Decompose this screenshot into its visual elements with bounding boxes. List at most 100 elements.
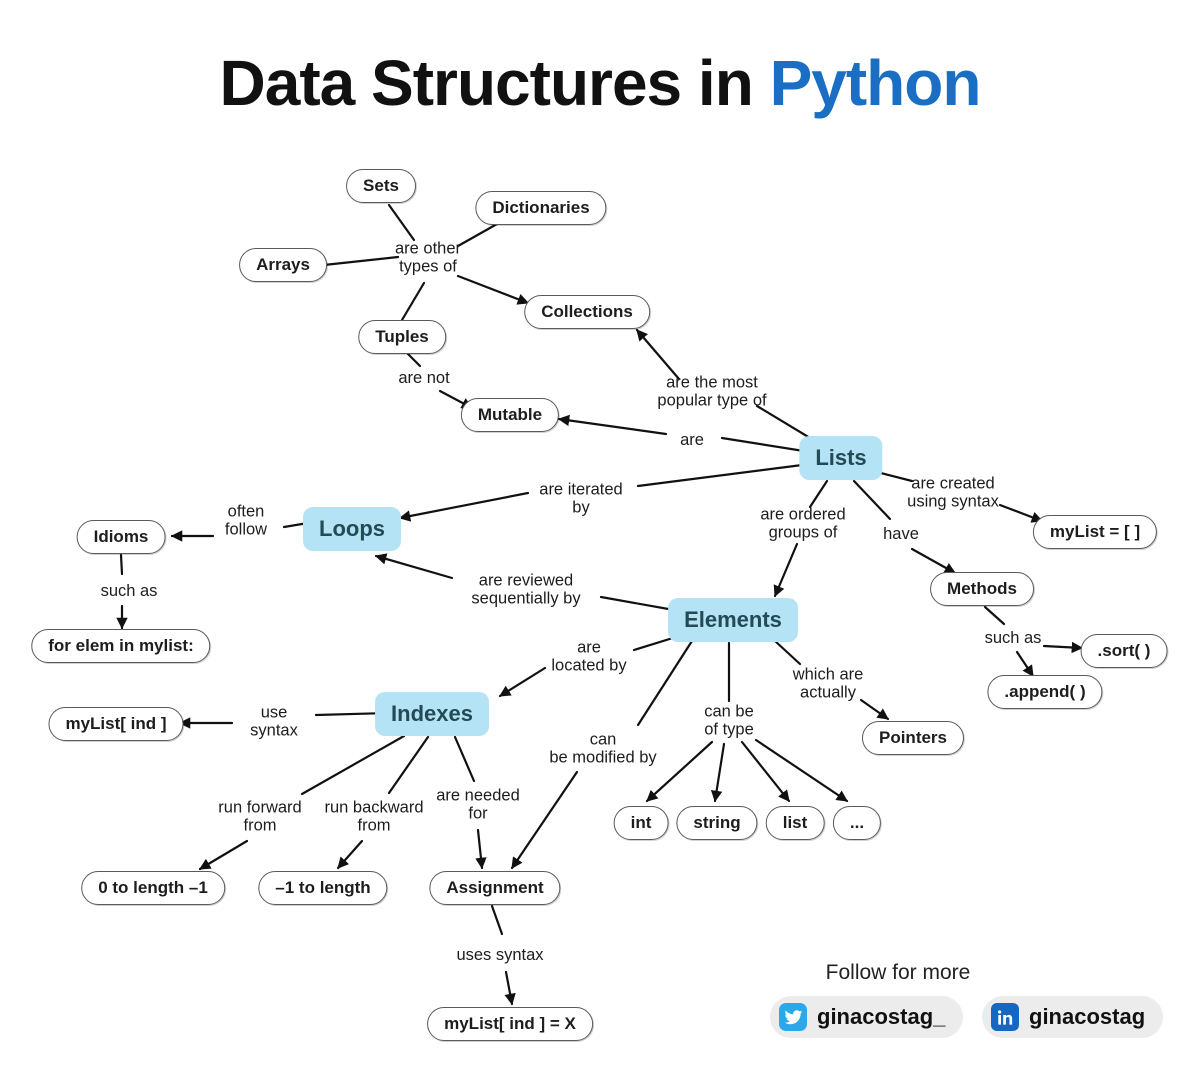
node-mylist-assign[interactable]: myList[ ind ] = X	[427, 1007, 593, 1041]
edge-iterated-loops	[398, 491, 530, 522]
edge-label-are-iterated-by: are iterated by	[539, 480, 623, 517]
node-label: myList[ ind ] = X	[444, 1014, 576, 1033]
node-methods[interactable]: Methods	[930, 572, 1034, 606]
node-label: myList = [ ]	[1049, 522, 1141, 541]
edge-have-methods	[910, 547, 957, 575]
edge-elements-whichare	[773, 639, 802, 666]
node-label: Indexes	[391, 701, 473, 726]
node-assignment[interactable]: Assignment	[429, 871, 561, 905]
edge-dictionaries-hub	[456, 222, 499, 248]
edge-usessyntax-mylistassign	[504, 970, 516, 1006]
node-list[interactable]: list	[765, 806, 825, 840]
node-for-elem[interactable]: for elem in mylist:	[31, 629, 211, 663]
node-label: myList[ ind ]	[65, 714, 167, 733]
edge-are-mutable	[557, 414, 668, 436]
edge-methods-suchas	[983, 605, 1006, 626]
node-arrays[interactable]: Arrays	[239, 248, 327, 282]
node-label: Assignment	[446, 878, 544, 897]
edge-label-can-be-modified-by: can be modified by	[549, 730, 657, 767]
edge-reviewed-loops	[374, 553, 454, 580]
edge-label-are: are	[680, 430, 704, 449]
edge-suchas-append	[1015, 650, 1035, 678]
edge-label-run-backward-from: run backward from	[324, 798, 424, 835]
edge-label-such-as-methods: such as	[984, 628, 1042, 647]
node-int[interactable]: int	[613, 806, 669, 840]
edge-label-are-reviewed-seq-by: are reviewed sequentially by	[471, 571, 581, 608]
edge-lists-are	[720, 436, 812, 454]
node-mylist-empty[interactable]: myList = [ ]	[1032, 515, 1158, 549]
node-sort[interactable]: .sort( )	[1080, 634, 1168, 668]
node-label: Sets	[363, 176, 399, 195]
edge-popular-collections	[635, 328, 681, 381]
edge-label-such-as-idioms: such as	[100, 581, 158, 600]
linkedin-icon	[991, 1003, 1019, 1031]
concept-map-canvas: Data Structures in Python Sets Dictionar…	[0, 0, 1200, 1067]
node-mylist-ind[interactable]: myList[ ind ]	[48, 707, 184, 741]
node-lists[interactable]: Lists	[799, 436, 883, 480]
linkedin-handle: ginacostag	[1029, 1004, 1146, 1029]
edge-tuples-arenot	[406, 352, 422, 368]
edge-label-are-created-using-syntax: are created using syntax	[907, 474, 999, 511]
edge-indexes-needed	[453, 735, 476, 783]
edge-label-can-be-of-type: can be of type	[704, 702, 754, 739]
linkedin-badge[interactable]: ginacostag	[982, 996, 1164, 1038]
edge-label-are-most-popular-type-of: are the most popular type of	[657, 373, 767, 410]
node-string[interactable]: string	[676, 806, 758, 840]
edge-idioms-suchas	[119, 553, 124, 576]
node-label: Loops	[319, 516, 385, 541]
edge-label-use-syntax: use syntax	[250, 703, 298, 740]
edge-label-are-not: are not	[398, 368, 450, 387]
edge-label-are-ordered-groups-of: are ordered groups of	[760, 505, 846, 542]
twitter-icon	[779, 1003, 807, 1031]
node-label: Idioms	[93, 527, 149, 546]
node-tuples[interactable]: Tuples	[358, 320, 446, 354]
node-dictionaries[interactable]: Dictionaries	[475, 191, 607, 225]
edge-label-which-are-actually: which are actually	[792, 665, 864, 702]
edge-label-often-follow: often follow	[224, 502, 268, 539]
edge-elements-reviewed	[599, 595, 676, 612]
edge-label-are-located-by: are located by	[551, 638, 627, 675]
edge-elements-located	[632, 635, 678, 652]
edge-assignment-usessyntax	[490, 904, 504, 936]
node-loops[interactable]: Loops	[303, 507, 401, 551]
node-label: Dictionaries	[492, 198, 590, 217]
edge-arrays-hub	[322, 255, 400, 267]
node-label: list	[782, 813, 808, 832]
edge-label-run-forward-from: run forward from	[218, 798, 302, 835]
node-label: .sort( )	[1097, 641, 1151, 660]
node-label: string	[693, 813, 741, 832]
edge-elements-modified	[636, 639, 694, 727]
edge-label-uses-syntax: uses syntax	[456, 945, 544, 964]
edge-type-ellipsis	[754, 738, 849, 803]
node-mutable[interactable]: Mutable	[460, 398, 560, 432]
edge-lists-ordered	[808, 479, 829, 509]
node-append[interactable]: .append( )	[987, 675, 1103, 709]
edge-modified-assignment	[510, 770, 579, 870]
edge-forward-zerolen	[198, 839, 249, 871]
node-label: .append( )	[1004, 682, 1086, 701]
edge-hub-collections	[456, 274, 530, 305]
edge-label-are-other-types-of: are other types of	[394, 239, 462, 276]
node-pointers[interactable]: Pointers	[861, 721, 965, 755]
node-label: ...	[849, 813, 865, 832]
node-sets[interactable]: Sets	[346, 169, 416, 203]
node-collections[interactable]: Collections	[524, 295, 650, 329]
node-ellipsis[interactable]: ...	[832, 806, 882, 840]
node-label: int	[630, 813, 652, 832]
edge-type-list	[740, 740, 791, 803]
edge-backward-neglen	[336, 839, 364, 870]
node-zero-to-len[interactable]: 0 to length –1	[81, 871, 225, 905]
node-indexes[interactable]: Indexes	[375, 692, 489, 736]
edge-whichare-pointers	[859, 698, 890, 721]
node-idioms[interactable]: Idioms	[76, 520, 166, 554]
node-elements[interactable]: Elements	[668, 598, 798, 642]
twitter-handle: ginacostag_	[817, 1004, 946, 1029]
node-neg-to-len[interactable]: –1 to length	[258, 871, 388, 905]
edge-label-have: have	[883, 524, 919, 543]
twitter-badge[interactable]: ginacostag_	[770, 996, 964, 1038]
node-label: –1 to length	[275, 878, 371, 897]
follow-for-more-text: Follow for more	[825, 961, 971, 984]
edge-lists-have	[852, 479, 892, 521]
node-label: 0 to length –1	[98, 878, 208, 897]
edge-needed-assignment	[475, 828, 487, 870]
